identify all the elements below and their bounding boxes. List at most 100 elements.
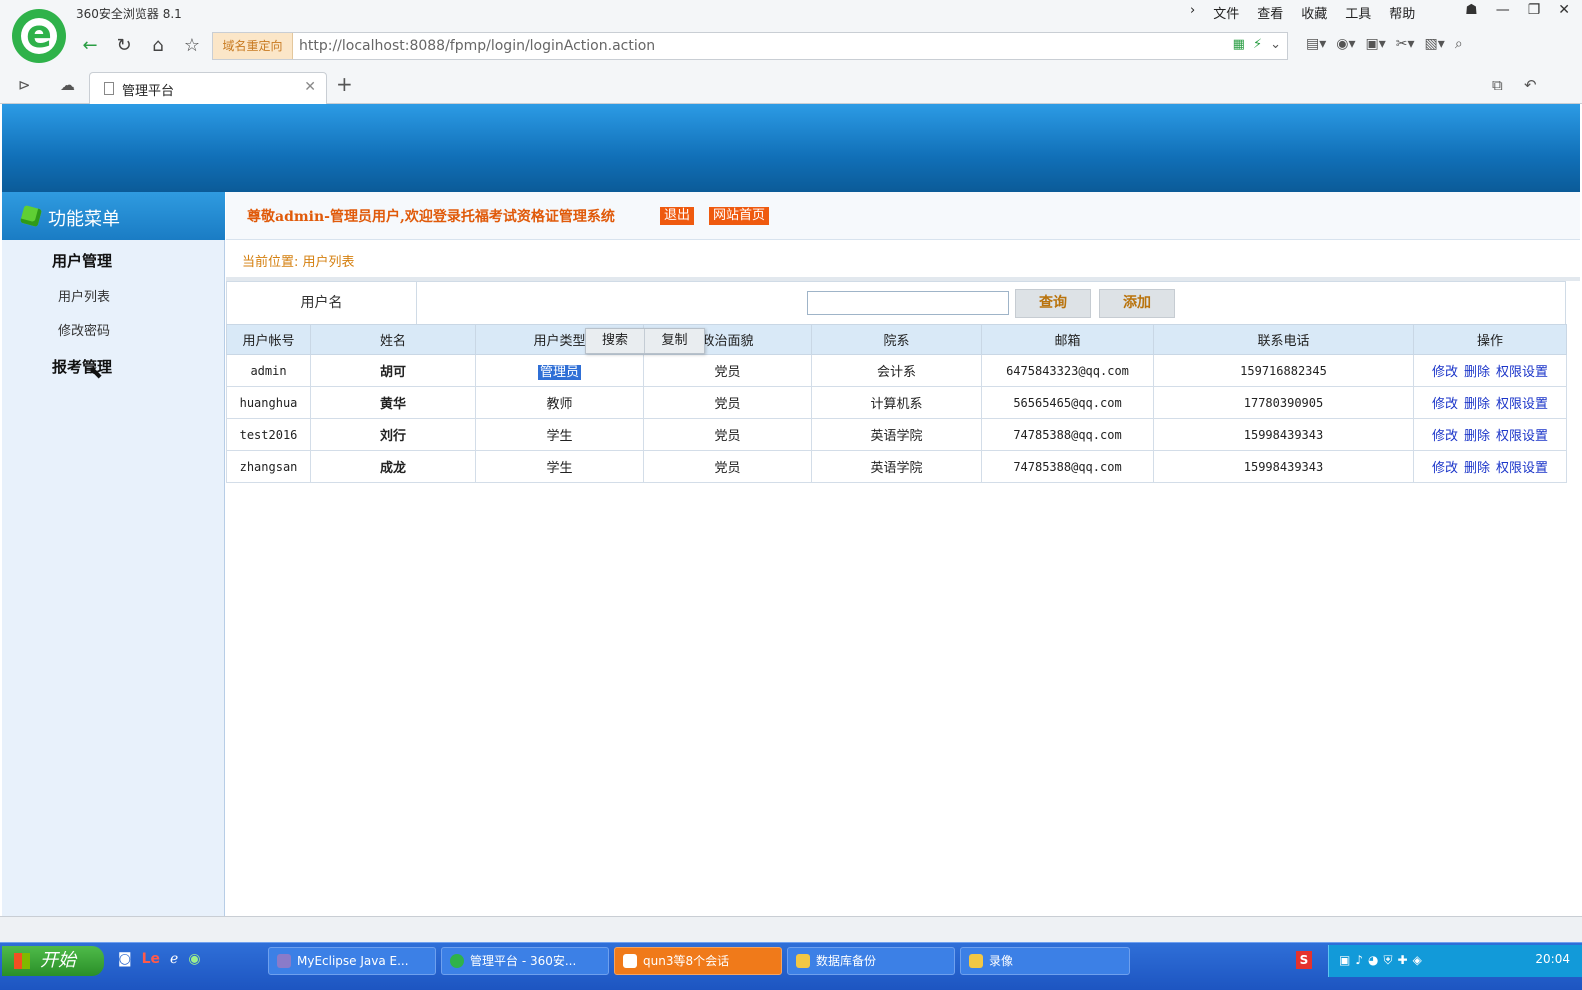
address-icons: ▦ ⚡ ⌄: [1233, 37, 1281, 52]
site-home-link[interactable]: 网站首页: [709, 207, 770, 225]
tab-bar: ⊳ ☁ 管理平台 ✕ + ⧉ ↶: [0, 66, 1582, 105]
menu-chevron-icon[interactable]: ›: [1188, 3, 1197, 22]
col-name: 姓名: [310, 324, 476, 355]
col-email: 邮箱: [981, 324, 1154, 355]
sidebar-item-user-list[interactable]: 用户列表: [58, 286, 110, 305]
delete-link[interactable]: 删除: [1464, 397, 1490, 412]
tab-management-platform[interactable]: 管理平台 ✕: [89, 72, 327, 105]
task-db-backup[interactable]: 数据库备份: [787, 947, 955, 975]
home-icon[interactable]: ⌂: [146, 34, 170, 58]
app-title: 360安全浏览器 8.1: [76, 7, 182, 21]
users-table: 用户帐号 姓名 用户类型 政治面貌 院系 邮箱 联系电话 操作 admin 胡可…: [226, 324, 1567, 483]
apps-icon[interactable]: ▤▾: [1306, 36, 1326, 52]
edit-link[interactable]: 修改: [1432, 365, 1458, 380]
delete-link[interactable]: 删除: [1464, 461, 1490, 476]
menu-file[interactable]: 文件: [1211, 3, 1241, 22]
browser-status-bar: [0, 916, 1582, 942]
permissions-link[interactable]: 权限设置: [1496, 461, 1548, 476]
sidebar-group-user-management[interactable]: 用户管理: [52, 250, 112, 271]
close-window-button[interactable]: ✕: [1558, 2, 1570, 18]
task-recording[interactable]: 录像: [960, 947, 1130, 975]
network-icon[interactable]: ▣: [1339, 953, 1350, 968]
cell-actions: 修改 删除 权限设置: [1413, 418, 1567, 451]
screenshot-icon[interactable]: ✂▾: [1396, 36, 1415, 52]
cell-email: 74785388@qq.com: [981, 450, 1154, 483]
menu-view[interactable]: 查看: [1255, 3, 1285, 22]
search-icon[interactable]: ⌕: [1455, 36, 1463, 52]
delete-link[interactable]: 删除: [1464, 365, 1490, 380]
maximize-button[interactable]: ❐: [1528, 2, 1541, 18]
cell-actions: 修改 删除 权限设置: [1413, 386, 1567, 419]
security-icon[interactable]: ⛨: [1384, 953, 1393, 968]
back-arrow-icon[interactable]: ←: [78, 34, 102, 58]
eclipse-icon: [277, 954, 291, 968]
skin-icon[interactable]: ☗: [1465, 2, 1478, 18]
start-button[interactable]: 开始: [2, 946, 104, 976]
image-icon[interactable]: ▧▾: [1425, 36, 1445, 52]
edit-link[interactable]: 修改: [1432, 397, 1458, 412]
document-icon: [104, 82, 114, 95]
browser-menu: › 文件 查看 收藏 工具 帮助: [1188, 3, 1417, 22]
task-myeclipse[interactable]: MyEclipse Java E...: [268, 947, 436, 975]
le-icon[interactable]: Le: [142, 951, 160, 967]
undo-close-icon[interactable]: ↶: [1524, 76, 1537, 94]
permissions-link[interactable]: 权限设置: [1496, 397, 1548, 412]
cell-phone: 15998439343: [1153, 450, 1414, 483]
tab-close-icon[interactable]: ✕: [304, 79, 316, 95]
taskbar: 开始 ◙ Le ℯ ◉ MyEclipse Java E... 管理平台 - 3…: [0, 942, 1582, 990]
qr-icon[interactable]: ▦: [1233, 37, 1245, 52]
cell-user-type: 管理员: [475, 354, 644, 387]
context-menu-search[interactable]: 搜索: [586, 329, 646, 353]
delete-link[interactable]: 删除: [1464, 429, 1490, 444]
col-department: 院系: [811, 324, 982, 355]
permissions-link[interactable]: 权限设置: [1496, 429, 1548, 444]
browser-task-icon: [450, 954, 464, 968]
dropdown-chevron-icon[interactable]: ⌄: [1270, 37, 1281, 52]
shield-icon[interactable]: ◉▾: [1336, 36, 1355, 52]
cell-account: admin: [226, 354, 311, 387]
app-quicklaunch-icon[interactable]: ◙: [118, 951, 132, 967]
task-chat[interactable]: qun3等8个会话: [614, 947, 782, 975]
sogou-input-icon[interactable]: S: [1296, 951, 1312, 969]
volume-icon[interactable]: ♪: [1355, 953, 1363, 968]
query-button[interactable]: 查询: [1015, 289, 1091, 318]
task-browser[interactable]: 管理平台 - 360安...: [441, 947, 609, 975]
selected-text: 管理员: [537, 365, 581, 380]
tab-list-icon[interactable]: ⧉: [1492, 76, 1503, 94]
menu-favorites[interactable]: 收藏: [1299, 3, 1329, 22]
cell-user-type: 教师: [475, 386, 644, 419]
sidebar-title: 功能菜单: [48, 209, 120, 230]
ie-icon[interactable]: ℯ: [170, 951, 178, 967]
cell-political-status: 党员: [643, 450, 812, 483]
logout-link[interactable]: 退出: [660, 207, 695, 225]
address-bar[interactable]: 域名重定向 http://localhost:8088/fpmp/login/l…: [212, 32, 1288, 60]
context-menu-copy[interactable]: 复制: [645, 329, 704, 353]
sidebar-item-change-password[interactable]: 修改密码: [58, 320, 110, 339]
360-browser-icon[interactable]: ◉: [188, 951, 200, 967]
minimize-button[interactable]: —: [1496, 2, 1510, 18]
shield-tray-icon[interactable]: ◈: [1413, 953, 1422, 968]
star-icon[interactable]: ☆: [180, 34, 204, 58]
menu-tools[interactable]: 工具: [1343, 3, 1373, 22]
cloud-icon[interactable]: ☁: [60, 76, 75, 94]
task-label: MyEclipse Java E...: [297, 954, 409, 968]
pdf-icon[interactable]: ▣▾: [1366, 36, 1386, 52]
edit-link[interactable]: 修改: [1432, 461, 1458, 476]
edit-link[interactable]: 修改: [1432, 429, 1458, 444]
username-search-input[interactable]: [807, 291, 1009, 315]
welcome-bar: 尊敬admin-管理员用户,欢迎登录托福考试资格证管理系统 退出 网站首页: [226, 192, 1580, 240]
address-url[interactable]: http://localhost:8088/fpmp/login/loginAc…: [299, 33, 655, 59]
qq-icon[interactable]: ◕: [1368, 953, 1378, 968]
window-controls: ☗ — ❐ ✕: [1465, 2, 1570, 18]
sidebar-toggle-icon[interactable]: ⊳: [18, 76, 31, 94]
permissions-link[interactable]: 权限设置: [1496, 365, 1548, 380]
tray-icons: ▣ ♪ ◕ ⛨ ✚ ◈: [1339, 953, 1422, 968]
menu-help[interactable]: 帮助: [1387, 3, 1417, 22]
sidebar-header: 功能菜单: [2, 192, 225, 240]
new-tab-icon[interactable]: +: [336, 72, 353, 96]
cell-political-status: 党员: [643, 354, 812, 387]
refresh-icon[interactable]: ↻: [112, 34, 136, 58]
update-icon[interactable]: ✚: [1398, 953, 1408, 968]
speed-mode-icon[interactable]: ⚡: [1253, 37, 1262, 52]
add-button[interactable]: 添加: [1099, 289, 1175, 318]
